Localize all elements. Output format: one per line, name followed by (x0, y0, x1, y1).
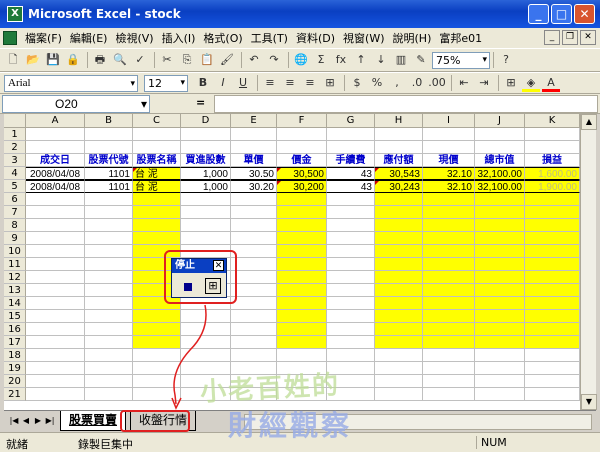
annotation-arrow (171, 304, 207, 410)
